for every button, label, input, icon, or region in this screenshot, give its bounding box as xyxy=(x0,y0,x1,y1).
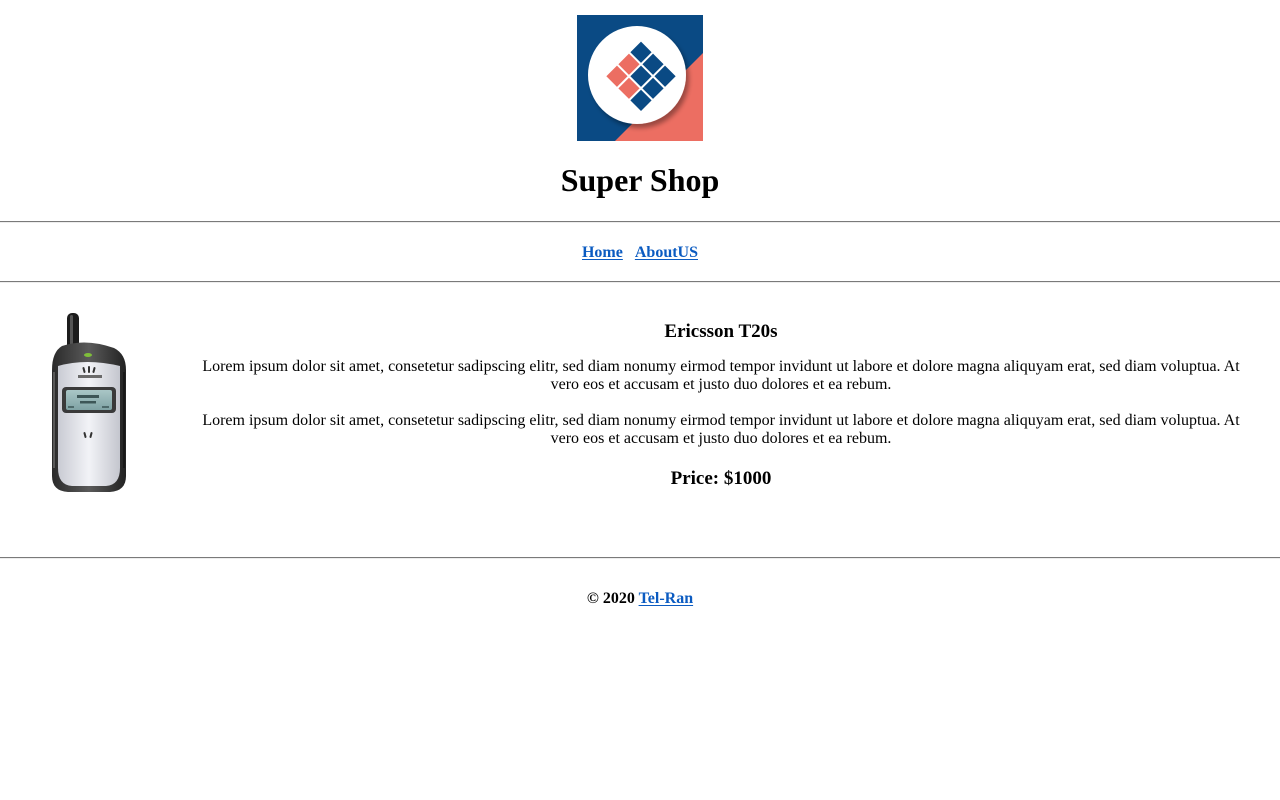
product-description: Lorem ipsum dolor sit amet, consetetur s… xyxy=(202,358,1240,393)
product-name: Ericsson T20s xyxy=(664,321,778,342)
footer-link-tel-ran[interactable]: Tel-Ran xyxy=(639,590,694,607)
product-price: Price: $1000 xyxy=(670,468,772,489)
nav-link-home[interactable]: Home xyxy=(582,244,623,261)
nav-divider xyxy=(0,281,1280,283)
mobile-phone-image xyxy=(40,308,140,500)
product-description: Lorem ipsum dolor sit amet, consetetur s… xyxy=(202,412,1240,447)
nav-link-about-us[interactable]: AboutUS xyxy=(635,244,698,261)
site-header: Super Shop xyxy=(0,0,1280,222)
page: Super Shop Home AboutUS Ericsson T20s Lo… xyxy=(0,0,1280,800)
header-divider xyxy=(0,221,1280,223)
site-title: Super Shop xyxy=(560,162,720,198)
footer-divider xyxy=(0,557,1280,559)
diamond-grid-logo-icon xyxy=(577,15,703,141)
main-nav: Home AboutUS xyxy=(0,241,1280,265)
site-footer: © 2020 Tel-Ran xyxy=(0,587,1280,611)
product-info: Ericsson T20s Lorem ipsum dolor sit amet… xyxy=(200,318,1242,492)
copyright-text: © 2020 xyxy=(586,590,635,607)
